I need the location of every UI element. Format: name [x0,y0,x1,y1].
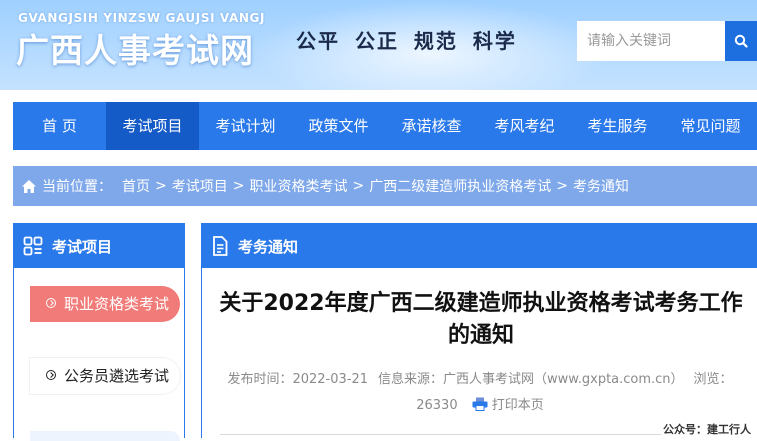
sidebar-item-qualification-exams[interactable]: 职业资格类考试 [30,286,180,322]
sidebar-item-civil-servant-selection[interactable]: 公务员遴选考试 [30,358,180,394]
slogan: 公平 公正 规范 科学 [296,29,517,53]
article-panel-title: 考务通知 [238,237,299,256]
sidebar-item-label: 职业资格类考试 [64,295,170,313]
home-icon [21,179,37,194]
publish-label: 发布时间： [227,372,293,387]
nav-item-faq[interactable]: 常见问题 [664,102,757,150]
views-count: 26330 [416,398,458,413]
breadcrumb-item-qualification-exams[interactable]: 职业资格类考试 [249,176,347,196]
breadcrumb-item-exam-notices[interactable]: 考务通知 [573,176,629,196]
site-logo[interactable]: 广西人事考试网 [16,24,254,72]
sidebar-item-label: 公务员遴选考试 [64,367,170,385]
print-label: 打印本页 [491,398,544,413]
breadcrumb-item-exam-projects[interactable]: 考试项目 [172,176,228,196]
sidebar: 考试项目 职业资格类考试 公务员遴选考试 [13,223,185,441]
printer-icon [472,395,488,421]
article-panel: 考务通知 关于2022年度广西二级建造师执业资格考试考务工作的通知 发布时间：2… [201,223,757,438]
breadcrumb-separator: > [352,178,365,194]
nav-item-exam-discipline[interactable]: 考风考纪 [478,102,571,150]
print-page-link[interactable]: 打印本页 [472,397,544,413]
main-nav: 首 页 考试项目 考试计划 政策文件 承诺核查 考风考纪 考生服务 常见问题 [13,102,757,150]
views-label: 浏览： [693,372,733,387]
search-icon [734,34,748,48]
site-header: GVANGJSIH YINZSW GAUJSI VANGJ 广西人事考试网 公平… [0,0,757,90]
breadcrumb-separator: > [232,178,245,194]
search-input[interactable] [577,21,725,61]
source-value: 广西人事考试网（www.gxpta.com.cn） [443,372,684,387]
article-meta: 发布时间：2022-03-21 信息来源：广西人事考试网（www.gxpta.co… [220,367,740,421]
source-label: 信息来源： [378,372,444,387]
grid-icon [23,236,43,256]
nav-item-commitment-check[interactable]: 承诺核查 [385,102,478,150]
sidebar-title: 考试项目 [52,237,113,256]
breadcrumb-prefix: 当前位置： [42,179,112,195]
nav-item-candidate-services[interactable]: 考生服务 [571,102,664,150]
sidebar-item-partial[interactable] [30,431,180,441]
breadcrumb-item-home[interactable]: 首页 [122,176,150,196]
nav-item-exam-plan[interactable]: 考试计划 [199,102,292,150]
search-button[interactable] [725,21,757,61]
search-box [577,21,757,61]
logo-english: GVANGJSIH YINZSW GAUJSI VANGJ [18,11,266,25]
sidebar-header: 考试项目 [14,224,184,268]
breadcrumb-separator: > [155,178,167,194]
breadcrumb-separator: > [556,178,568,194]
breadcrumb: 当前位置： 首页 > 考试项目 > 职业资格类考试 > 广西二级建造师执业资格考… [13,166,757,206]
breadcrumb-item-constructor-exam[interactable]: 广西二级建造师执业资格考试 [369,176,551,196]
nav-item-home[interactable]: 首 页 [13,102,106,150]
article-panel-header: 考务通知 [202,224,757,268]
article-title: 关于2022年度广西二级建造师执业资格考试考务工作的通知 [219,291,743,348]
publish-date: 2022-03-21 [292,372,369,387]
nav-item-exam-projects[interactable]: 考试项目 [106,102,199,150]
nav-item-policy-docs[interactable]: 政策文件 [292,102,385,150]
watermark-text: 公众号：建工行人 [661,421,753,437]
chevron-circle-icon [46,370,56,380]
document-icon [212,236,228,256]
chevron-circle-icon [46,298,56,308]
